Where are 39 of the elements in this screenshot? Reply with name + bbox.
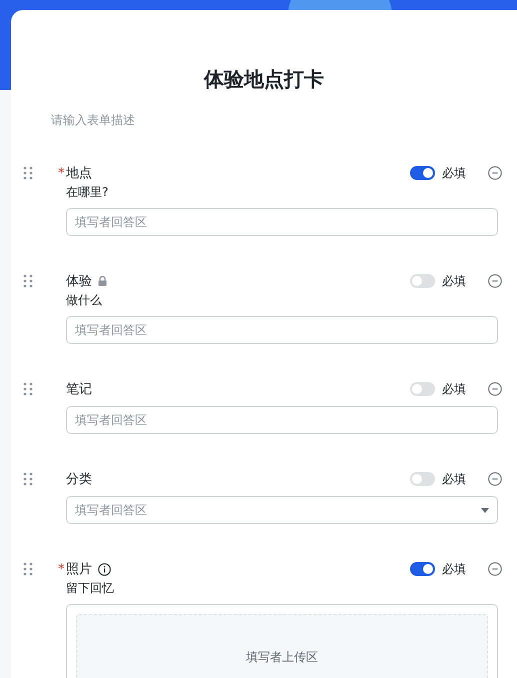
field-hint: 在哪里? xyxy=(66,184,108,200)
drag-handle-icon[interactable] xyxy=(23,382,33,396)
form-title: 体验地点打卡 xyxy=(202,66,325,93)
drag-handle-icon[interactable] xyxy=(23,274,33,288)
required-toggle[interactable] xyxy=(410,472,435,486)
answer-field[interactable]: 填写者回答区 xyxy=(66,316,498,344)
required-label: 必填 xyxy=(442,272,466,290)
remove-icon[interactable] xyxy=(488,472,502,486)
field-label: 体验 xyxy=(66,273,92,290)
required-label: 必填 xyxy=(442,470,466,488)
required-toggle[interactable] xyxy=(410,382,435,396)
upload-field[interactable]: 填写者上传区 xyxy=(66,604,498,678)
caret-icon xyxy=(481,508,489,512)
answer-dropdown[interactable]: 填写者回答区 xyxy=(66,496,498,524)
answer-field[interactable]: 填写者回答区 xyxy=(66,406,498,434)
drag-handle-icon[interactable] xyxy=(23,166,33,180)
field-hint: 做什么 xyxy=(66,292,102,308)
remove-icon[interactable] xyxy=(488,562,502,576)
remove-icon[interactable] xyxy=(488,382,502,396)
upload-placeholder: 填写者上传区 xyxy=(246,649,318,665)
answer-field[interactable]: 填写者回答区 xyxy=(66,208,498,236)
field-label: 照片 xyxy=(66,561,92,578)
required-asterisk: * xyxy=(58,562,66,576)
info-icon[interactable] xyxy=(98,562,111,576)
remove-icon[interactable] xyxy=(488,166,502,180)
required-toggle[interactable] xyxy=(410,166,435,180)
required-label: 必填 xyxy=(442,560,466,578)
field-label: 地点 xyxy=(66,165,92,182)
drag-handle-icon[interactable] xyxy=(23,472,33,486)
remove-icon[interactable] xyxy=(488,274,502,288)
field-label: 笔记 xyxy=(66,381,92,398)
field-hint: 留下回忆 xyxy=(66,580,114,596)
required-asterisk: * xyxy=(58,166,66,180)
drag-handle-icon[interactable] xyxy=(23,562,33,576)
required-toggle[interactable] xyxy=(410,274,435,288)
required-toggle[interactable] xyxy=(410,562,435,576)
field-label: 分类 xyxy=(66,471,92,488)
required-label: 必填 xyxy=(442,380,466,398)
required-label: 必填 xyxy=(442,164,466,182)
